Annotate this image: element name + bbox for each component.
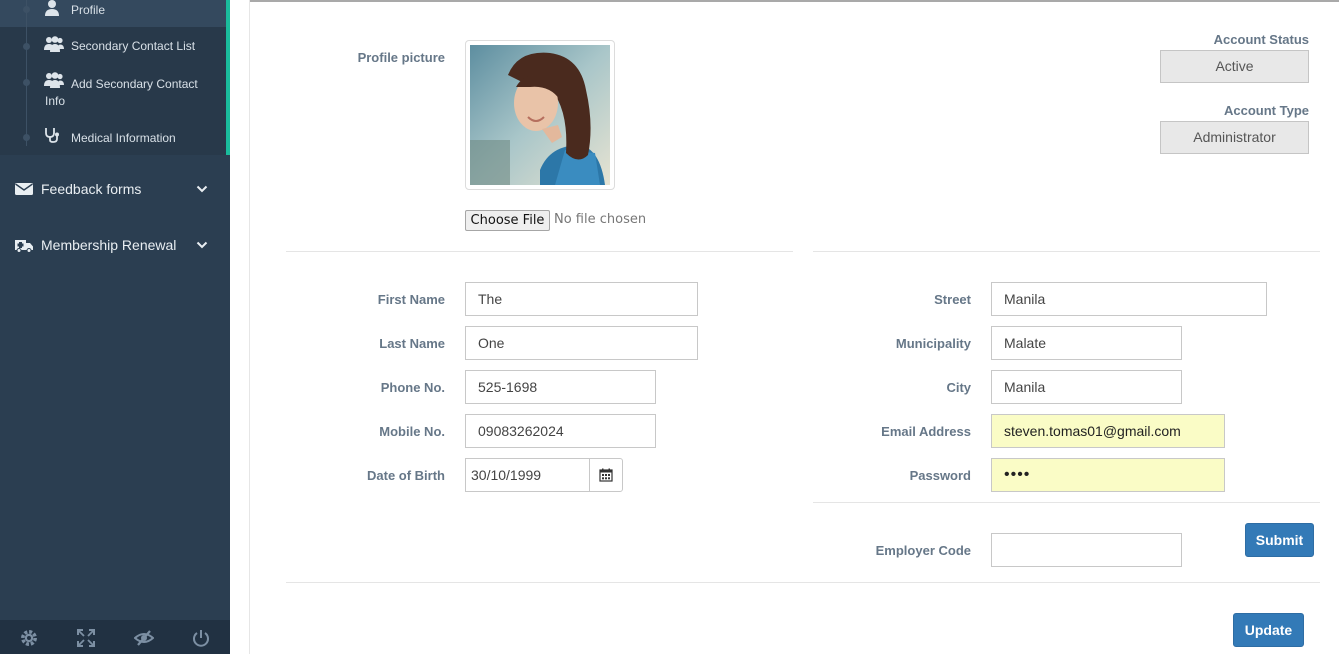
chevron-down-icon — [196, 185, 208, 193]
divider — [813, 502, 1320, 503]
stethoscope-icon — [45, 128, 59, 143]
calendar-icon — [599, 468, 613, 482]
profile-picture — [465, 40, 615, 190]
user-icon — [45, 0, 59, 16]
users-icon — [44, 36, 64, 52]
content-left-border — [249, 0, 250, 654]
eye-slash-icon[interactable] — [134, 628, 154, 648]
street-input[interactable]: Manila — [991, 282, 1267, 316]
tree-dot — [23, 6, 30, 13]
tree-dot — [23, 134, 30, 141]
city-input[interactable]: Manila — [991, 370, 1182, 404]
envelope-icon — [15, 183, 33, 195]
dob-input[interactable]: 30/10/1999 — [465, 458, 591, 492]
street-label: Street — [934, 292, 971, 307]
city-label: City — [946, 380, 971, 395]
subnav-item-secondary-contact-list[interactable]: Secondary Contact List — [0, 36, 226, 60]
submit-button[interactable]: Submit — [1245, 523, 1314, 557]
gear-icon[interactable] — [19, 628, 39, 648]
nav-item-label: Membership Renewal — [41, 237, 177, 253]
last-name-input[interactable]: One — [465, 326, 698, 360]
municipality-input[interactable]: Malate — [991, 326, 1182, 360]
dob-label: Date of Birth — [367, 468, 445, 483]
employer-code-input[interactable] — [991, 533, 1182, 567]
tree-dot — [23, 79, 30, 86]
content-top-border — [250, 0, 1339, 2]
subnav-item-label: Medical Information — [71, 131, 176, 145]
nav-item-membership-renewal[interactable]: Membership Renewal — [0, 231, 230, 261]
password-input[interactable]: •••• — [991, 458, 1225, 492]
phone-label: Phone No. — [380, 380, 445, 395]
account-type-label: Account Type — [1224, 103, 1309, 118]
subnav-item-add-secondary-contact[interactable]: Add Secondary Contact Info — [0, 72, 226, 112]
first-name-label: First Name — [377, 292, 445, 307]
subnav-item-label: Add Secondary Contact Info — [45, 77, 198, 108]
employer-code-label: Employer Code — [875, 543, 971, 558]
nav-item-label: Feedback forms — [41, 181, 142, 197]
power-icon[interactable] — [191, 628, 211, 648]
divider — [286, 582, 1320, 583]
no-file-chosen-text: No file chosen — [554, 212, 647, 227]
email-label: Email Address — [881, 424, 971, 439]
ambulance-icon — [15, 240, 33, 253]
avatar — [470, 45, 610, 185]
subnav-item-medical-information[interactable]: Medical Information — [0, 127, 226, 149]
divider — [286, 251, 793, 252]
nav-item-feedback-forms[interactable]: Feedback forms — [0, 175, 230, 205]
municipality-label: Municipality — [895, 336, 971, 351]
mobile-input[interactable]: 09083262024 — [465, 414, 656, 448]
sidebar: Profile Secondary Contact List Add Secon… — [0, 0, 230, 654]
calendar-button[interactable] — [589, 458, 623, 492]
tree-dot — [23, 43, 30, 50]
sidebar-footer — [0, 620, 230, 654]
phone-input[interactable]: 525-1698 — [465, 370, 656, 404]
subnav-item-label: Profile — [71, 3, 106, 17]
subnav-accent-bar — [226, 0, 230, 155]
account-status-value: Active — [1160, 50, 1309, 83]
mobile-label: Mobile No. — [379, 424, 445, 439]
last-name-label: Last Name — [379, 336, 445, 351]
account-type-value: Administrator — [1160, 121, 1309, 154]
account-status-label: Account Status — [1213, 32, 1309, 47]
subnav-item-profile[interactable]: Profile — [0, 0, 226, 27]
update-button[interactable]: Update — [1233, 613, 1304, 647]
choose-file-button[interactable]: Choose File — [465, 210, 550, 231]
first-name-input[interactable]: The — [465, 282, 698, 316]
divider — [813, 251, 1320, 252]
fullscreen-icon[interactable] — [76, 628, 96, 648]
subnav-item-label: Secondary Contact List — [71, 39, 196, 53]
profile-picture-label: Profile picture — [357, 50, 445, 65]
chevron-down-icon — [196, 241, 208, 249]
email-input[interactable]: steven.tomas01@gmail.com — [991, 414, 1225, 448]
password-label: Password — [909, 468, 971, 483]
